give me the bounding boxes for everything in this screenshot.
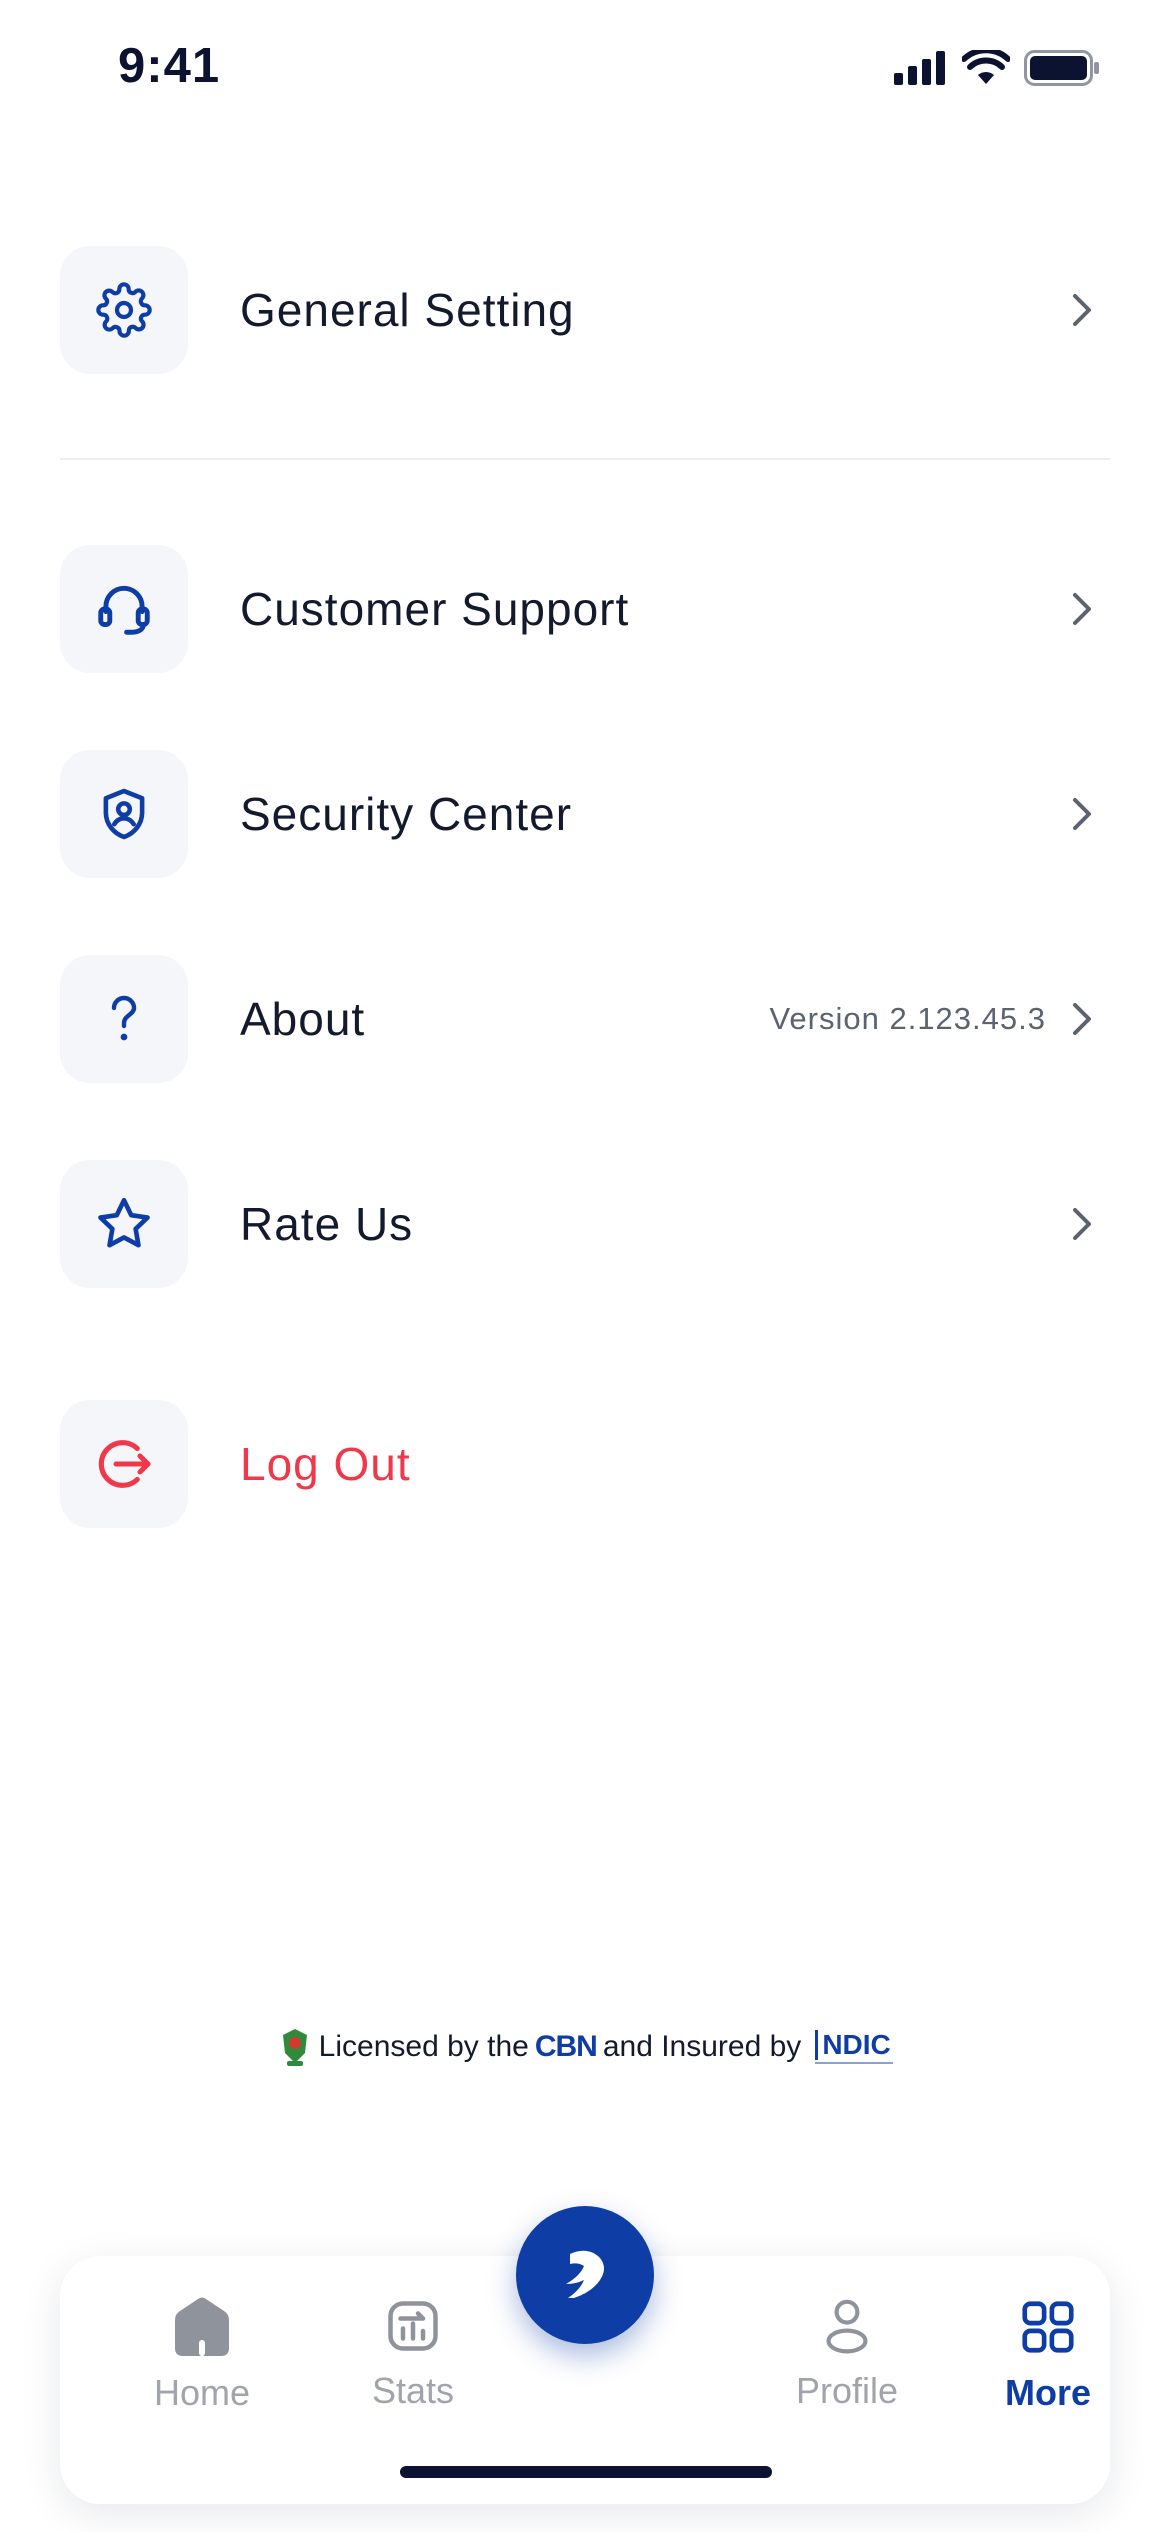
gear-icon <box>96 282 152 338</box>
ndic-logo: NDIC <box>815 2030 894 2064</box>
insured-by-text: and Insured by <box>602 2030 802 2063</box>
tab-profile[interactable]: Profile <box>757 2296 937 2436</box>
tab-more-label: More <box>1004 2372 1091 2413</box>
menu-item-customer-support[interactable]: Customer Support <box>60 545 1110 673</box>
profile-icon <box>826 2299 868 2354</box>
star-icon <box>98 1197 150 1248</box>
tab-profile-label: Profile <box>795 2370 899 2411</box>
wifi-icon <box>962 50 1010 84</box>
headset-icon <box>98 585 150 635</box>
grid-menu-icon <box>1022 2301 1074 2353</box>
ndic-logo-underline <box>815 2062 894 2064</box>
tab-more[interactable]: More <box>958 2296 1138 2436</box>
general-setting-label: General Setting <box>240 284 575 336</box>
chevron-right-icon <box>1062 1204 1102 1244</box>
status-icons <box>894 46 1100 90</box>
ndic-logo-text: NDIC <box>815 2030 891 2060</box>
customer-support-icon-box <box>60 545 188 673</box>
center-action-button[interactable] <box>516 2206 654 2344</box>
security-center-label: Security Center <box>240 788 573 840</box>
license-footer: Licensed by the CBN and Insured by NDIC <box>0 2025 1170 2069</box>
chevron-right-icon <box>1062 794 1102 834</box>
cellular-signal-icon <box>894 51 945 85</box>
tab-stats[interactable]: Stats <box>323 2296 503 2436</box>
log-out-icon-box <box>60 1400 188 1528</box>
general-setting-icon-box <box>60 246 188 374</box>
tab-home-label: Home <box>153 2372 251 2413</box>
logout-icon <box>98 1440 151 1488</box>
about-label: About <box>240 993 366 1045</box>
menu-item-general-setting[interactable]: General Setting <box>60 246 1110 374</box>
battery-icon <box>1024 50 1099 86</box>
stats-icon <box>388 2301 438 2351</box>
menu-item-security-center[interactable]: Security Center <box>60 750 1110 878</box>
section-divider <box>60 458 1110 460</box>
menu-item-log-out[interactable]: Log Out <box>60 1400 1110 1528</box>
rate-us-label: Rate Us <box>240 1198 414 1250</box>
question-mark-icon <box>111 995 137 1041</box>
rate-us-icon-box <box>60 1160 188 1288</box>
log-out-label: Log Out <box>240 1438 411 1490</box>
home-icon <box>175 2297 229 2356</box>
menu-item-rate-us[interactable]: Rate Us <box>60 1160 1110 1288</box>
app-version-text: Version 2.123.45.3 <box>769 1001 1046 1036</box>
chevron-right-icon <box>1062 999 1102 1039</box>
cbn-coat-of-arms-icon <box>282 2029 307 2066</box>
chevron-right-icon <box>1062 589 1102 629</box>
brand-logo-icon <box>566 2250 604 2298</box>
tab-stats-label: Stats <box>371 2370 455 2411</box>
licensed-by-text: Licensed by the <box>318 2030 529 2063</box>
cbn-logo-text: CBN <box>534 2030 598 2063</box>
home-indicator <box>400 2466 772 2478</box>
customer-support-label: Customer Support <box>240 583 630 635</box>
about-icon-box <box>60 955 188 1083</box>
tab-home[interactable]: Home <box>112 2296 292 2436</box>
chevron-right-icon <box>1062 290 1102 330</box>
menu-item-about[interactable]: About Version 2.123.45.3 <box>60 955 1110 1083</box>
security-center-icon-box <box>60 750 188 878</box>
status-time: 9:41 <box>118 39 221 93</box>
shield-user-icon <box>103 788 145 840</box>
